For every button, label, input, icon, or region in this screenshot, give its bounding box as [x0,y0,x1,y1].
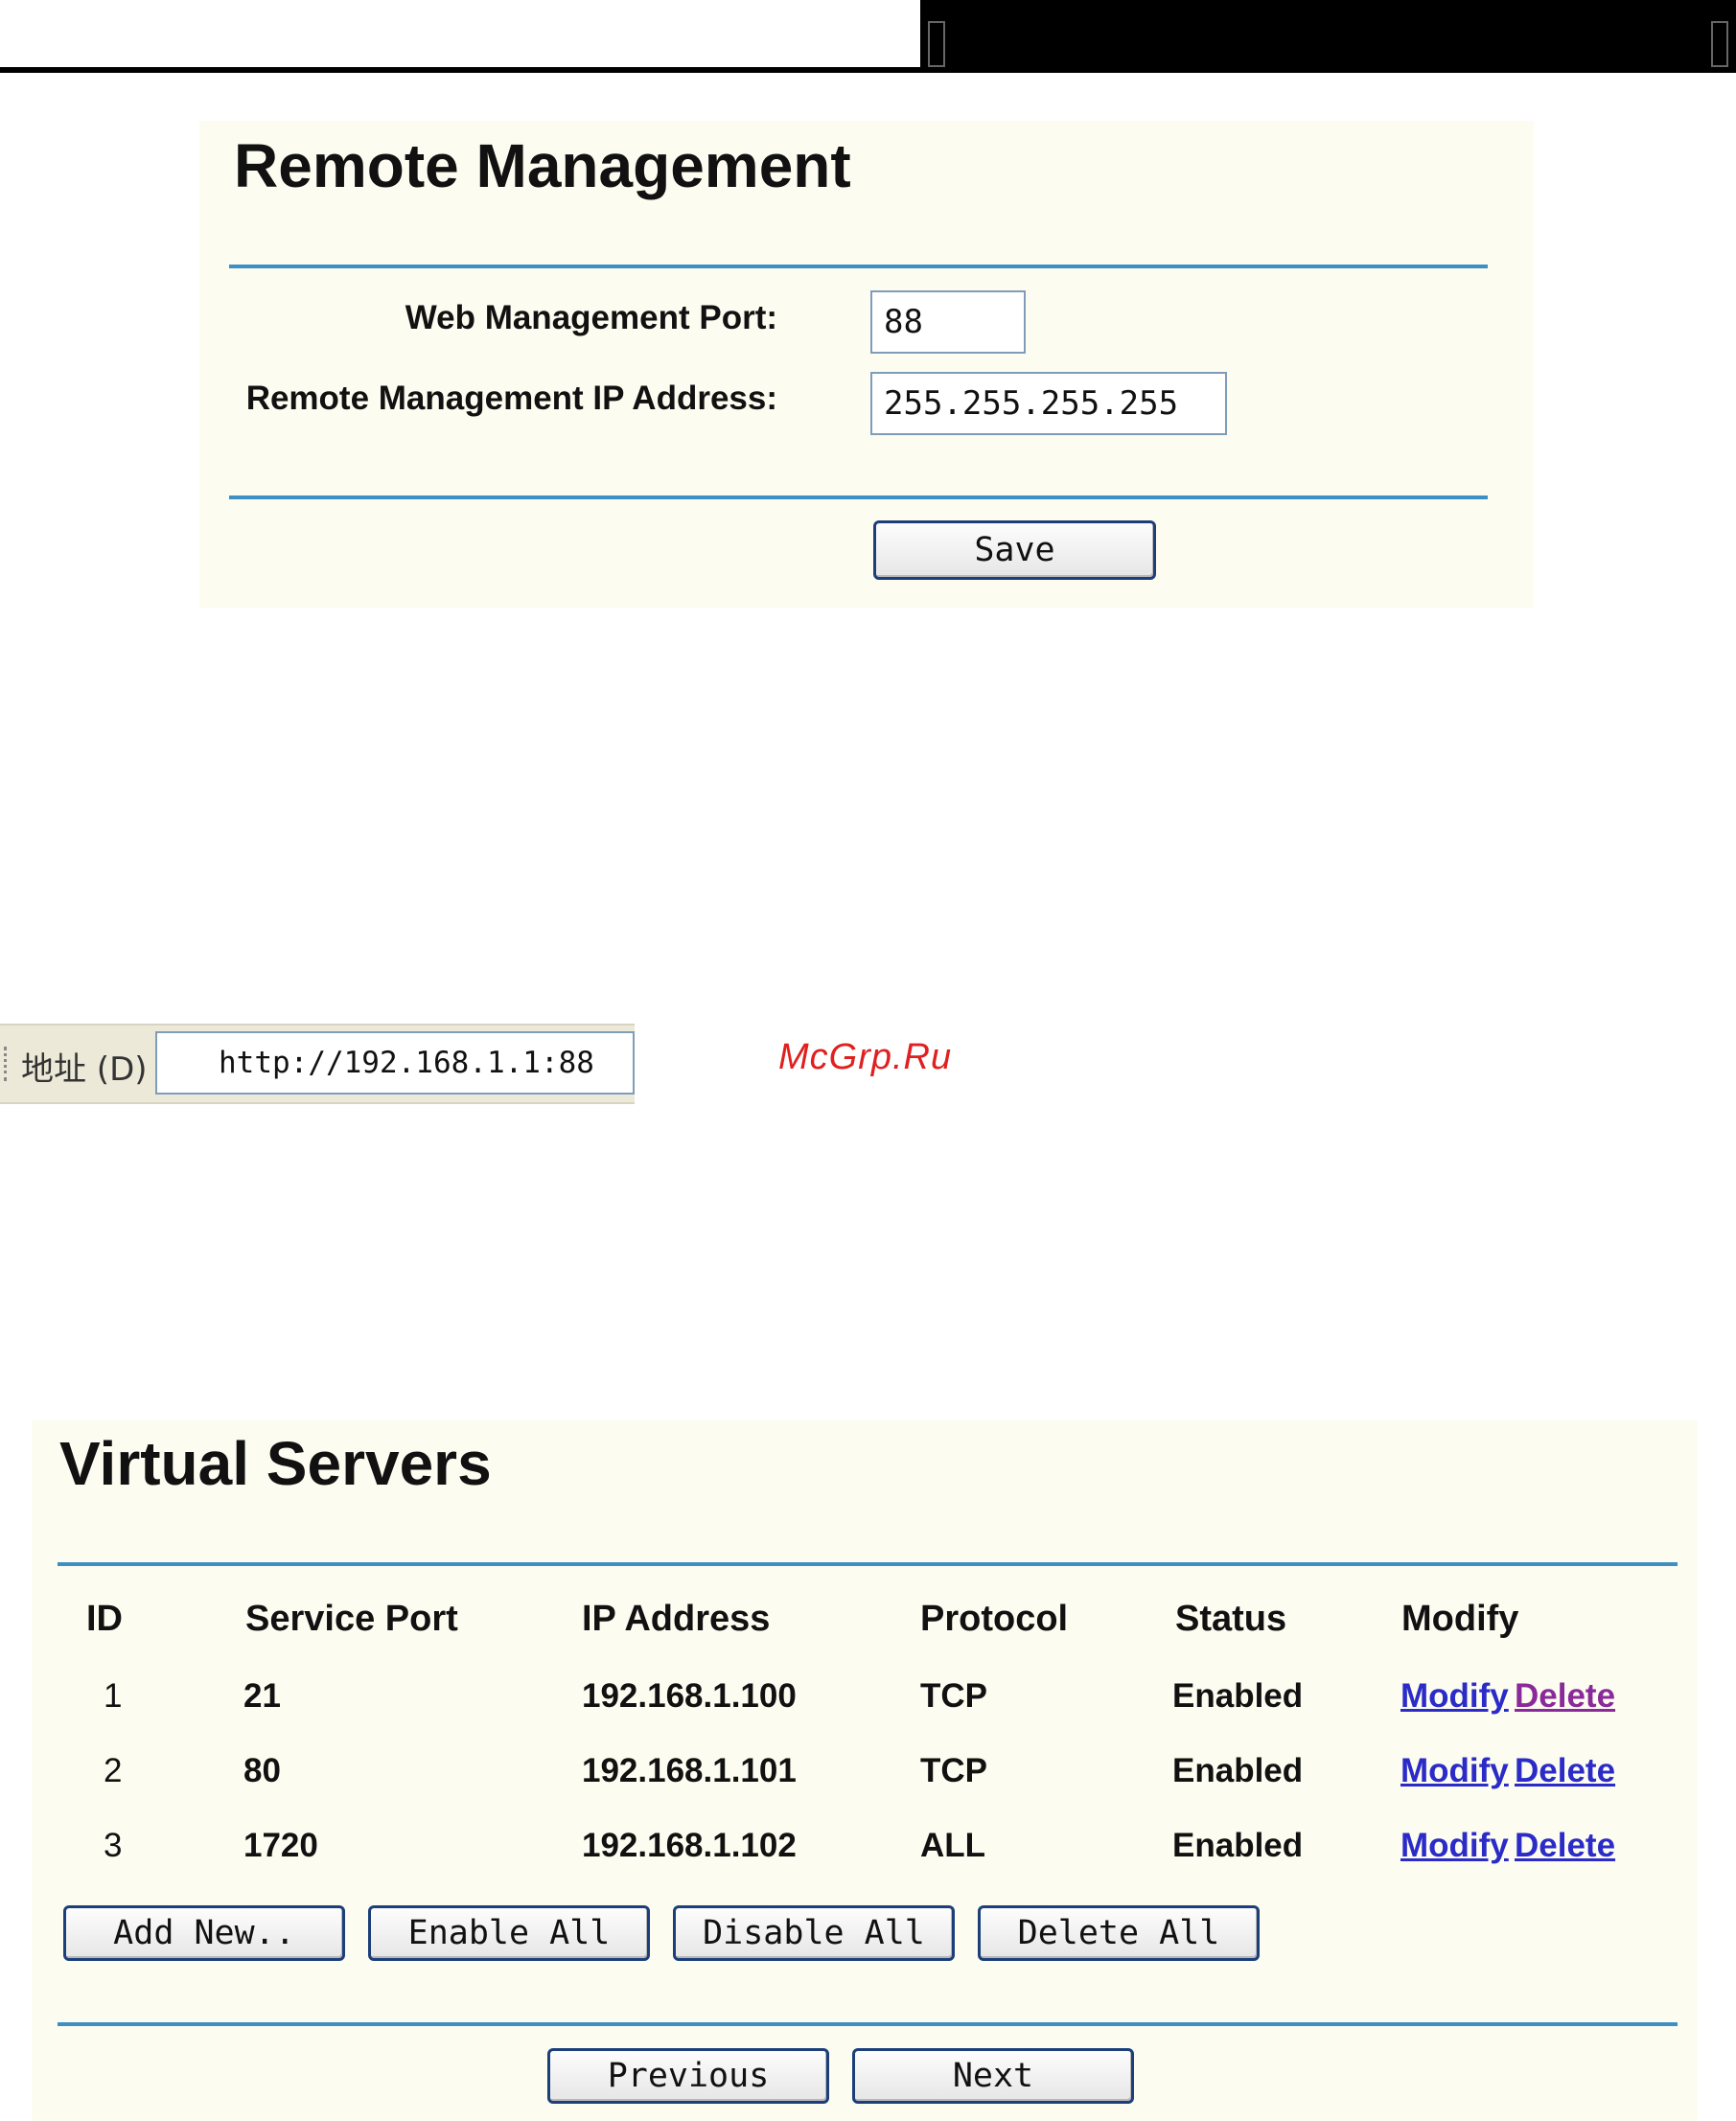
disable-all-button[interactable]: Disable All [673,1905,955,1961]
divider [229,265,1488,268]
header-bar-right [920,0,1736,73]
web-management-port-label: Web Management Port: [405,299,777,336]
row-service-port: 80 [243,1752,281,1789]
delete-link[interactable]: Delete [1515,1827,1615,1865]
row-ip-address: 192.168.1.101 [582,1752,797,1789]
row-status: Enabled [1172,1827,1304,1864]
row-id: 3 [104,1827,123,1864]
row-ip-address: 192.168.1.102 [582,1827,797,1864]
row-protocol: TCP [920,1752,987,1789]
column-header-id: ID [86,1599,123,1639]
header-bar-left [0,0,920,73]
modify-link[interactable]: Modify [1400,1752,1509,1790]
remote-management-ip-input[interactable] [870,372,1227,435]
remote-management-ip-label: Remote Management IP Address: [245,380,777,417]
address-label: 地址 (D) [21,1050,148,1089]
remote-management-title: Remote Management [234,131,851,200]
column-header-ip-address: IP Address [582,1599,771,1639]
modify-link[interactable]: Modify [1400,1677,1509,1716]
row-id: 2 [104,1752,123,1789]
column-header-status: Status [1175,1599,1287,1639]
row-ip-address: 192.168.1.100 [582,1677,797,1715]
add-new-button[interactable]: Add New.. [63,1905,345,1961]
header-marker-right [1711,21,1728,67]
row-status: Enabled [1172,1752,1304,1789]
row-protocol: ALL [920,1827,986,1864]
delete-all-button[interactable]: Delete All [978,1905,1260,1961]
column-header-protocol: Protocol [920,1599,1069,1639]
row-service-port: 21 [243,1677,281,1715]
divider [229,496,1488,499]
row-status: Enabled [1172,1677,1304,1715]
column-header-service-port: Service Port [245,1599,458,1639]
watermark-text: McGrp.Ru [778,1037,953,1077]
previous-button[interactable]: Previous [547,2048,829,2104]
row-protocol: TCP [920,1677,987,1715]
enable-all-button[interactable]: Enable All [368,1905,650,1961]
web-management-port-input[interactable] [870,290,1026,354]
row-id: 1 [104,1677,123,1715]
divider [58,1562,1678,1566]
browser-address-bar: 地址 (D) http://192.168.1.1:88 [0,1024,635,1104]
row-service-port: 1720 [243,1827,318,1864]
virtual-servers-title: Virtual Servers [59,1429,492,1498]
delete-link[interactable]: Delete [1515,1677,1615,1716]
column-header-modify: Modify [1401,1599,1519,1639]
header-marker-left [928,21,945,67]
toolbar-grip-icon[interactable] [4,1047,10,1081]
delete-link[interactable]: Delete [1515,1752,1615,1790]
modify-link[interactable]: Modify [1400,1827,1509,1865]
save-button[interactable]: Save [873,520,1156,580]
divider [58,2022,1678,2026]
address-url-input[interactable]: http://192.168.1.1:88 [155,1031,635,1095]
next-button[interactable]: Next [852,2048,1134,2104]
